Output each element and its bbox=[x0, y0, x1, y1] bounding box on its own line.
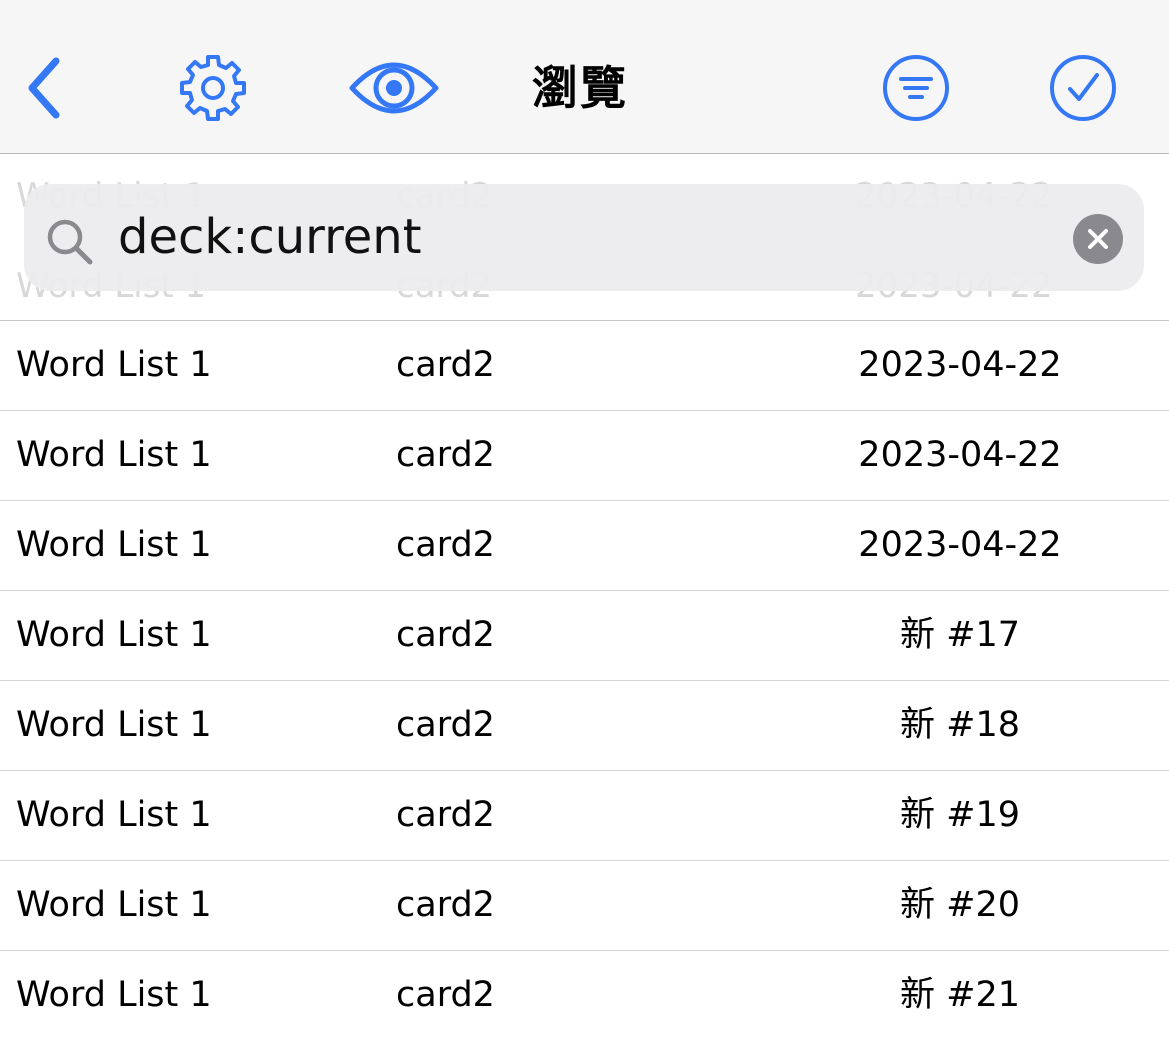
gear-icon bbox=[180, 55, 246, 121]
settings-button[interactable] bbox=[170, 48, 256, 128]
table-row[interactable]: Word List 1 card2 2023-04-22 bbox=[0, 501, 1169, 591]
deck-cell: Word List 1 bbox=[16, 525, 212, 565]
table-row[interactable]: Word List 1 card2 新 #18 bbox=[0, 681, 1169, 771]
filter-button[interactable] bbox=[876, 50, 956, 126]
table-row[interactable]: Word List 1 card2 新 #21 bbox=[0, 951, 1169, 1040]
deck-cell: Word List 1 bbox=[16, 975, 212, 1015]
due-cell: 2023-04-22 bbox=[858, 345, 1062, 385]
search-input[interactable]: deck:current bbox=[118, 208, 422, 266]
card-cell: card2 bbox=[396, 885, 495, 925]
due-cell: 新 #17 bbox=[900, 615, 1020, 655]
deck-cell: Word List 1 bbox=[16, 615, 212, 655]
select-button[interactable] bbox=[1043, 50, 1123, 126]
deck-cell: Word List 1 bbox=[16, 435, 212, 475]
card-cell: card2 bbox=[396, 705, 495, 745]
table-row[interactable]: Word List 1 card2 2023-04-22 bbox=[0, 321, 1169, 411]
clear-search-button[interactable] bbox=[1073, 214, 1123, 264]
deck-cell: Word List 1 bbox=[16, 345, 212, 385]
checkmark-circle-icon bbox=[1050, 55, 1116, 121]
card-cell: card2 bbox=[396, 345, 495, 385]
due-cell: 新 #21 bbox=[900, 975, 1020, 1015]
due-cell: 2023-04-22 bbox=[858, 435, 1062, 475]
page-title: 瀏覽 bbox=[532, 61, 628, 115]
due-cell: 新 #20 bbox=[900, 885, 1020, 925]
card-cell: card2 bbox=[396, 435, 495, 475]
clear-x-circle-icon bbox=[1088, 229, 1108, 249]
table-row[interactable]: Word List 1 card2 新 #20 bbox=[0, 861, 1169, 951]
navigation-bar: 瀏覽 bbox=[0, 0, 1169, 154]
table-row[interactable]: Word List 1 card2 新 #17 bbox=[0, 591, 1169, 681]
search-bar[interactable]: deck:current bbox=[24, 184, 1144, 291]
due-cell: 新 #18 bbox=[900, 705, 1020, 745]
due-cell: 新 #19 bbox=[900, 795, 1020, 835]
back-button[interactable] bbox=[14, 50, 74, 126]
card-cell: card2 bbox=[396, 615, 495, 655]
deck-cell: Word List 1 bbox=[16, 795, 212, 835]
eye-icon bbox=[349, 62, 439, 114]
filter-lines-icon bbox=[883, 55, 949, 121]
due-cell: 2023-04-22 bbox=[858, 525, 1062, 565]
deck-cell: Word List 1 bbox=[16, 885, 212, 925]
card-list: Word List 1 card2 2023-04-22 Word List 1… bbox=[0, 321, 1169, 1040]
deck-cell: Word List 1 bbox=[16, 705, 212, 745]
table-row[interactable]: Word List 1 card2 新 #19 bbox=[0, 771, 1169, 861]
preview-button[interactable] bbox=[346, 54, 442, 122]
card-cell: card2 bbox=[396, 795, 495, 835]
magnifier-icon bbox=[47, 219, 93, 265]
search-section: Word List 1 card2 2023-04-22 Word List 1… bbox=[0, 154, 1169, 321]
card-cell: card2 bbox=[396, 525, 495, 565]
card-cell: card2 bbox=[396, 975, 495, 1015]
chevron-left-icon bbox=[28, 57, 60, 119]
table-row[interactable]: Word List 1 card2 2023-04-22 bbox=[0, 411, 1169, 501]
